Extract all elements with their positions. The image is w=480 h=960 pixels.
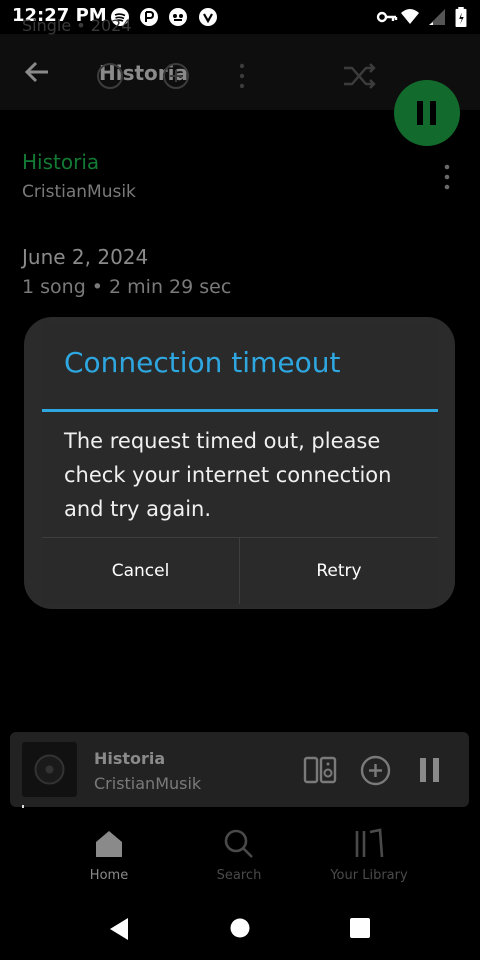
dialog-message: The request timed out, please check your… [64,429,392,521]
download-icon[interactable] [96,62,124,90]
track-title[interactable]: Historia [22,150,99,174]
signal-icon [429,9,445,25]
nav-search-label: Search [216,868,262,883]
mini-player-artwork [22,742,77,797]
back-arrow-icon[interactable] [22,57,52,87]
library-icon [355,828,384,858]
home-nav-icon[interactable] [230,918,250,938]
home-icon [96,831,122,857]
nav-library-label: Your Library [330,868,408,883]
cancel-button[interactable]: Cancel [42,538,239,604]
search-icon [224,829,253,858]
wifi-icon [401,9,419,24]
system-navigation-bar [0,895,480,960]
dialog-title-divider [42,409,438,412]
track-more-icon[interactable] [440,164,454,190]
connect-device-icon[interactable] [303,755,337,785]
release-date: June 2, 2024 [22,245,149,269]
track-artist[interactable]: CristianMusik [22,182,136,202]
retry-button[interactable]: Retry [240,538,438,604]
app-p-icon [140,8,158,26]
shuffle-icon[interactable] [342,62,376,90]
vpn-app-icon [199,8,217,26]
ghost-subtitle: Single • 2024 [22,16,132,35]
battery-icon [455,7,467,27]
add-to-library-icon[interactable] [162,62,190,90]
vinyl-icon [34,754,65,785]
mini-player-title: Historia [94,749,166,768]
pause-icon [417,101,436,125]
mini-pause-icon[interactable] [419,757,441,783]
nav-search[interactable]: Search [184,828,294,883]
nav-home[interactable]: Home [54,828,164,883]
mini-player[interactable] [10,732,469,807]
nav-library[interactable]: Your Library [314,828,424,883]
vpn-key-icon [376,11,398,23]
playback-progress [22,805,24,808]
recents-nav-icon[interactable] [350,918,370,938]
mini-player-artist: CristianMusik [94,774,202,793]
app-cloud-icon [169,8,187,26]
album-meta: 1 song • 2 min 29 sec [22,276,232,298]
nav-home-label: Home [89,868,129,883]
back-nav-icon[interactable] [108,917,130,941]
options-dots-icon[interactable] [236,62,248,90]
pause-fab-button[interactable] [394,80,460,146]
add-icon[interactable] [360,755,391,786]
dialog-title: Connection timeout [64,346,341,379]
